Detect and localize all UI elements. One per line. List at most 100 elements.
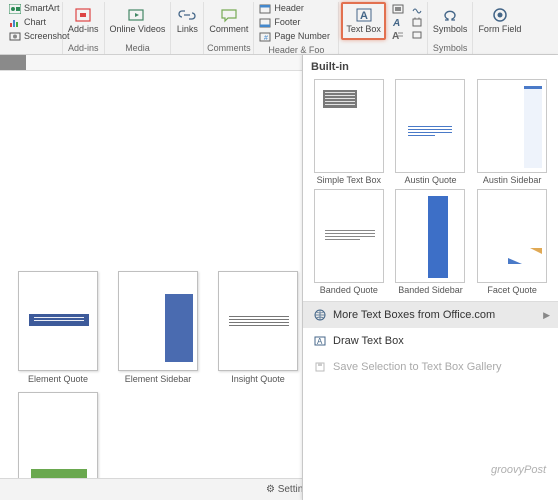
link-icon [178,7,196,23]
addins-label: Add-ins [68,25,99,35]
flyout-item-label: Austin Sidebar [483,175,542,185]
symbols-group-label: Symbols [433,42,468,54]
quick-parts-button[interactable] [390,2,406,15]
smartart-icon [9,4,21,14]
gallery-item-insight-sidebar[interactable]: Insight Sidebar [14,392,102,478]
object-button[interactable] [409,28,425,41]
flyout-item-label: Austin Quote [404,175,456,185]
media-group-label: Media [125,42,150,54]
ribbon-group-addins: Add-ins Add-ins [63,2,105,54]
more-text-boxes-label: More Text Boxes from Office.com [333,309,495,321]
screenshot-icon [9,32,21,42]
draw-text-box-item[interactable]: A Draw Text Box [303,328,558,354]
flyout-item-austin-sidebar[interactable]: Austin Sidebar [474,79,550,185]
gallery-item-element-sidebar[interactable]: Element Sidebar [114,271,202,384]
text-group-label [382,42,385,54]
flyout-item-austin-quote[interactable]: Austin Quote [393,79,469,185]
online-videos-button[interactable]: Online Videos [107,2,169,40]
flyout-gallery: Simple Text Box Austin Quote Austin Sideba… [303,77,558,301]
drop-cap-button[interactable]: A [390,28,406,41]
ribbon-group-illustrations: SmartArt Chart Screenshot [4,2,63,54]
flyout-item-facet-quote[interactable]: Facet Quote [474,189,550,295]
flyout-item-label: Banded Quote [320,285,378,295]
addins-group-label: Add-ins [68,42,99,54]
flyout-section-header: Built-in [303,55,558,77]
ribbon-group-media: Online Videos Media [105,2,172,54]
form-group-label [499,42,502,54]
links-button[interactable]: Links [173,2,201,40]
gallery-item-element-quote[interactable]: Element Quote [14,271,102,384]
ribbon-group-form: Form Field [473,2,526,54]
online-videos-label: Online Videos [110,25,166,35]
text-box-flyout: Built-in Simple Text Box Austin Quote Aust… [302,55,558,500]
footer-label: Footer [274,18,300,28]
flyout-item-label: Simple Text Box [317,175,381,185]
save-icon [313,360,327,374]
globe-icon [313,308,327,322]
page-number-button[interactable]: # Page Number [256,30,336,44]
page-number-label: Page Number [274,32,330,42]
gallery-item-label: Element Sidebar [125,374,192,384]
gallery-item-label: Element Quote [28,374,88,384]
svg-text:#: # [264,35,268,42]
flyout-item-banded-sidebar[interactable]: Banded Sidebar [393,189,469,295]
ribbon-group-comments: Comment Comments [204,2,254,54]
chevron-right-icon: ▶ [543,310,550,321]
flyout-item-label: Banded Sidebar [398,285,463,295]
ribbon-group-headerfooter: Header Footer # Page Number Header & Foo [254,2,339,54]
page-number-icon: # [259,32,271,42]
header-button[interactable]: Header [256,2,336,16]
comment-button[interactable]: Comment [206,2,251,40]
flyout-item-banded-quote[interactable]: Banded Quote [311,189,387,295]
header-icon [259,4,271,14]
form-field-button[interactable]: Form Field [475,2,524,40]
links-group-label [186,42,189,54]
header-label: Header [274,4,304,14]
text-box-button[interactable]: A Text Box [341,2,386,40]
addins-button[interactable]: Add-ins [65,2,102,40]
draw-text-box-label: Draw Text Box [333,335,404,347]
form-field-label: Form Field [478,25,521,35]
text-box-label: Text Box [346,25,381,35]
smartart-button[interactable]: SmartArt [6,2,60,16]
links-label: Links [177,25,198,35]
svg-text:A: A [392,18,400,27]
ribbon-group-symbols: Symbols Symbols [428,2,474,54]
screenshot-button[interactable]: Screenshot [6,30,60,44]
gallery-item-label: Insight Quote [231,374,285,384]
gallery-thumbnails: Element Quote Element Sidebar Insight Quot… [14,271,302,478]
flyout-item-label: Facet Quote [487,285,537,295]
text-box-icon: A [355,7,373,23]
chart-label: Chart [24,18,46,28]
watermark: groovyPost [491,464,546,476]
signature-line-button[interactable] [409,2,425,15]
svg-text:A: A [360,10,368,22]
save-selection-label: Save Selection to Text Box Gallery [333,361,502,373]
symbols-button[interactable]: Symbols [430,2,471,40]
date-time-button[interactable] [409,15,425,28]
flyout-commands: More Text Boxes from Office.com ▶ A Draw… [303,301,558,380]
smartart-label: SmartArt [24,4,60,14]
wordart-button[interactable]: A [390,15,406,28]
comment-icon [220,7,238,23]
comments-group-label: Comments [207,42,251,54]
draw-text-box-icon: A [313,334,327,348]
ribbon-group-links: Links [171,2,204,54]
chart-icon [9,18,21,28]
chart-button[interactable]: Chart [6,16,60,30]
video-icon [127,7,147,23]
flyout-item-simple-text-box[interactable]: Simple Text Box [311,79,387,185]
symbols-label: Symbols [433,25,468,35]
save-selection-item: Save Selection to Text Box Gallery [303,354,558,380]
comment-label: Comment [209,25,248,35]
gallery-item-insight-quote[interactable]: Insight Quote [214,271,302,384]
footer-icon [259,18,271,28]
ribbon-group-text: A Text Box A A [339,2,428,54]
omega-icon [441,7,459,23]
ribbon: SmartArt Chart Screenshot Add-ins Add-in… [0,0,558,55]
svg-text:A: A [317,337,323,346]
addins-icon [74,7,92,23]
footer-button[interactable]: Footer [256,16,336,30]
form-field-icon [491,7,509,23]
more-text-boxes-item[interactable]: More Text Boxes from Office.com ▶ [303,302,558,328]
